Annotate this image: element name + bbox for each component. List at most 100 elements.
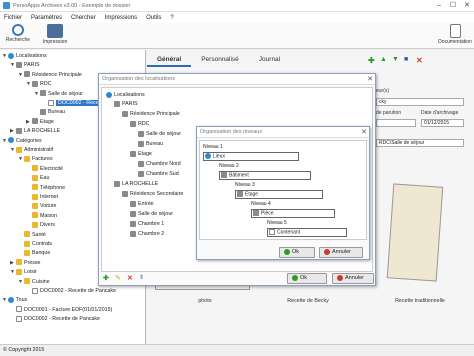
delete-icon[interactable]: ✕	[416, 56, 423, 65]
tab-personnalise[interactable]: Personnalisé	[191, 55, 249, 67]
close-icon[interactable]: ✕	[361, 127, 367, 138]
tree-item[interactable]: ▶ LA ROCHELLE	[10, 127, 60, 136]
expander-icon[interactable]: ▼	[2, 52, 7, 61]
publication-date-field[interactable]	[376, 119, 416, 127]
location-item[interactable]: Chambre 2	[130, 230, 164, 239]
tree-item[interactable]: Internet	[26, 193, 58, 202]
location-item[interactable]: Salle de séjour	[130, 210, 173, 219]
tree-item[interactable]: ▼ Administratif	[10, 146, 53, 155]
tree-item[interactable]: ▼ Factures	[18, 155, 53, 164]
level-field[interactable]: Etage	[235, 190, 323, 199]
recipe-card-image[interactable]	[386, 183, 444, 282]
menu-fichier[interactable]: Fichier	[4, 15, 22, 21]
expander-icon[interactable]: ▼	[26, 80, 31, 89]
archive-date-field[interactable]: 01/12/2015	[421, 119, 464, 127]
location-item[interactable]: PARIS	[114, 100, 138, 109]
expander-icon[interactable]: ▶	[10, 127, 15, 136]
tree-item[interactable]: Voiture	[26, 202, 57, 211]
tree-item[interactable]: ▼ Salle de séjour	[34, 90, 83, 99]
close-button[interactable]: ✕	[460, 0, 474, 12]
location-item[interactable]: RDC	[130, 120, 149, 129]
tree-item[interactable]: ▼ Localisations	[2, 52, 47, 61]
level-field[interactable]: Pièce	[251, 209, 335, 218]
menu-parametres[interactable]: Paramètres	[31, 15, 62, 21]
tree-item[interactable]: ▼ Cuisine	[18, 278, 50, 287]
tree-item[interactable]: ▼ Catégories	[2, 137, 42, 146]
tree-item[interactable]: ▼ Résidence Principale	[18, 71, 82, 80]
location-item[interactable]: Bureau	[138, 140, 163, 149]
dialog-edit-icon[interactable]: ✎	[115, 274, 121, 282]
maximize-button[interactable]: ☐	[446, 0, 460, 12]
tree-item[interactable]: Santé	[18, 231, 46, 240]
location-field[interactable]: RDC\Salle de séjour	[376, 139, 464, 147]
location-item[interactable]: Chambre Sud	[138, 170, 179, 179]
tree-item[interactable]: ▼ Loisir	[10, 268, 37, 277]
tab-journal[interactable]: Journal	[249, 55, 290, 67]
location-item[interactable]: Résidence Secondaire	[122, 190, 183, 199]
print-tool-button[interactable]: Impression	[40, 24, 70, 45]
expander-icon[interactable]: ▼	[2, 137, 7, 146]
expander-icon[interactable]: ▼	[18, 71, 23, 80]
menu-help[interactable]: ?	[170, 15, 173, 21]
close-icon[interactable]: ✕	[367, 74, 373, 85]
expander-icon[interactable]: ▼	[18, 155, 23, 164]
tree-item[interactable]: ▶ Etage	[26, 118, 54, 127]
tree-item[interactable]: DOC0002 - Recette de Pancake	[10, 315, 100, 324]
location-item-label: Résidence Principale	[130, 111, 180, 117]
location-item[interactable]: Localisations	[106, 91, 145, 100]
tree-item[interactable]: DOC0001 - Facture EDF(01/01/2015)	[10, 306, 112, 315]
levels-ok-button[interactable]: Ok	[279, 247, 315, 258]
arrow-down-icon[interactable]: ▼	[392, 56, 399, 63]
level-field[interactable]: Bâtiment	[219, 171, 311, 180]
location-item[interactable]: Etage	[130, 150, 152, 159]
location-item[interactable]: Salle de séjour	[138, 130, 181, 139]
tree-item[interactable]: ▶ Presse	[10, 259, 41, 268]
tree-item[interactable]: Eau	[26, 174, 49, 183]
dialog-move-icon[interactable]: ⇕	[139, 274, 144, 281]
expander-icon[interactable]: ▼	[18, 278, 23, 287]
location-item[interactable]: LA ROCHELLE	[114, 180, 158, 189]
expander-icon[interactable]: ▶	[26, 118, 31, 127]
expander-icon[interactable]: ▼	[10, 146, 15, 155]
location-item[interactable]: Résidence Principale	[122, 110, 180, 119]
cancel-cross-icon	[337, 274, 343, 281]
tree-item[interactable]: DOC0002 - Rece	[42, 99, 101, 108]
menu-impressions[interactable]: Impressions	[105, 15, 137, 21]
tree-item[interactable]: Bureau	[34, 108, 65, 117]
tree-item[interactable]: ▼ RDC	[26, 80, 51, 89]
location-item[interactable]: Chambre 1	[130, 220, 164, 229]
locations-cancel-button[interactable]: Annuler	[332, 273, 374, 284]
arrow-up-icon[interactable]: ▲	[380, 56, 387, 63]
tree-item[interactable]: Contrats	[18, 240, 52, 249]
location-item[interactable]: Chambre Nord	[138, 160, 181, 169]
levels-cancel-button[interactable]: Annuler	[319, 247, 363, 258]
tree-item[interactable]: ▼ PARIS	[10, 61, 40, 70]
add-icon[interactable]: ✚	[368, 56, 375, 65]
search-tool-button[interactable]: Recherche	[3, 24, 33, 43]
tree-item[interactable]: Électricité	[26, 165, 63, 174]
minimize-button[interactable]: –	[432, 0, 446, 12]
documentation-tool-button[interactable]: Documentation	[438, 24, 472, 45]
tree-item[interactable]: DOC0002 - Recette de Pancake	[26, 287, 116, 296]
menu-chercher[interactable]: Chercher	[71, 15, 96, 21]
dialog-add-icon[interactable]: ✚	[103, 274, 109, 282]
locations-ok-button[interactable]: Ok	[287, 273, 327, 284]
tree-item[interactable]: Divers	[26, 221, 55, 230]
expander-icon[interactable]: ▼	[10, 61, 15, 70]
tree-item[interactable]: Maison	[26, 212, 57, 221]
expander-icon[interactable]: ▼	[2, 296, 7, 305]
save-icon[interactable]: ■	[404, 56, 408, 63]
author-field[interactable]: cky	[376, 98, 464, 106]
location-item[interactable]: Entrée	[130, 200, 154, 209]
expander-icon[interactable]: ▼	[34, 90, 39, 99]
tree-item[interactable]: Banque	[18, 249, 50, 258]
tree-item[interactable]: Téléphone	[26, 184, 65, 193]
menu-outils[interactable]: Outils	[146, 15, 161, 21]
expander-icon[interactable]: ▼	[10, 268, 15, 277]
level-field[interactable]: Lieux	[203, 152, 299, 161]
expander-icon[interactable]: ▶	[10, 259, 15, 268]
level-field[interactable]: Contenant	[267, 228, 347, 237]
tree-item[interactable]: ▼ Tous	[2, 296, 27, 305]
dialog-delete-icon[interactable]: ✕	[127, 274, 133, 282]
tab-general[interactable]: Général	[147, 55, 192, 67]
